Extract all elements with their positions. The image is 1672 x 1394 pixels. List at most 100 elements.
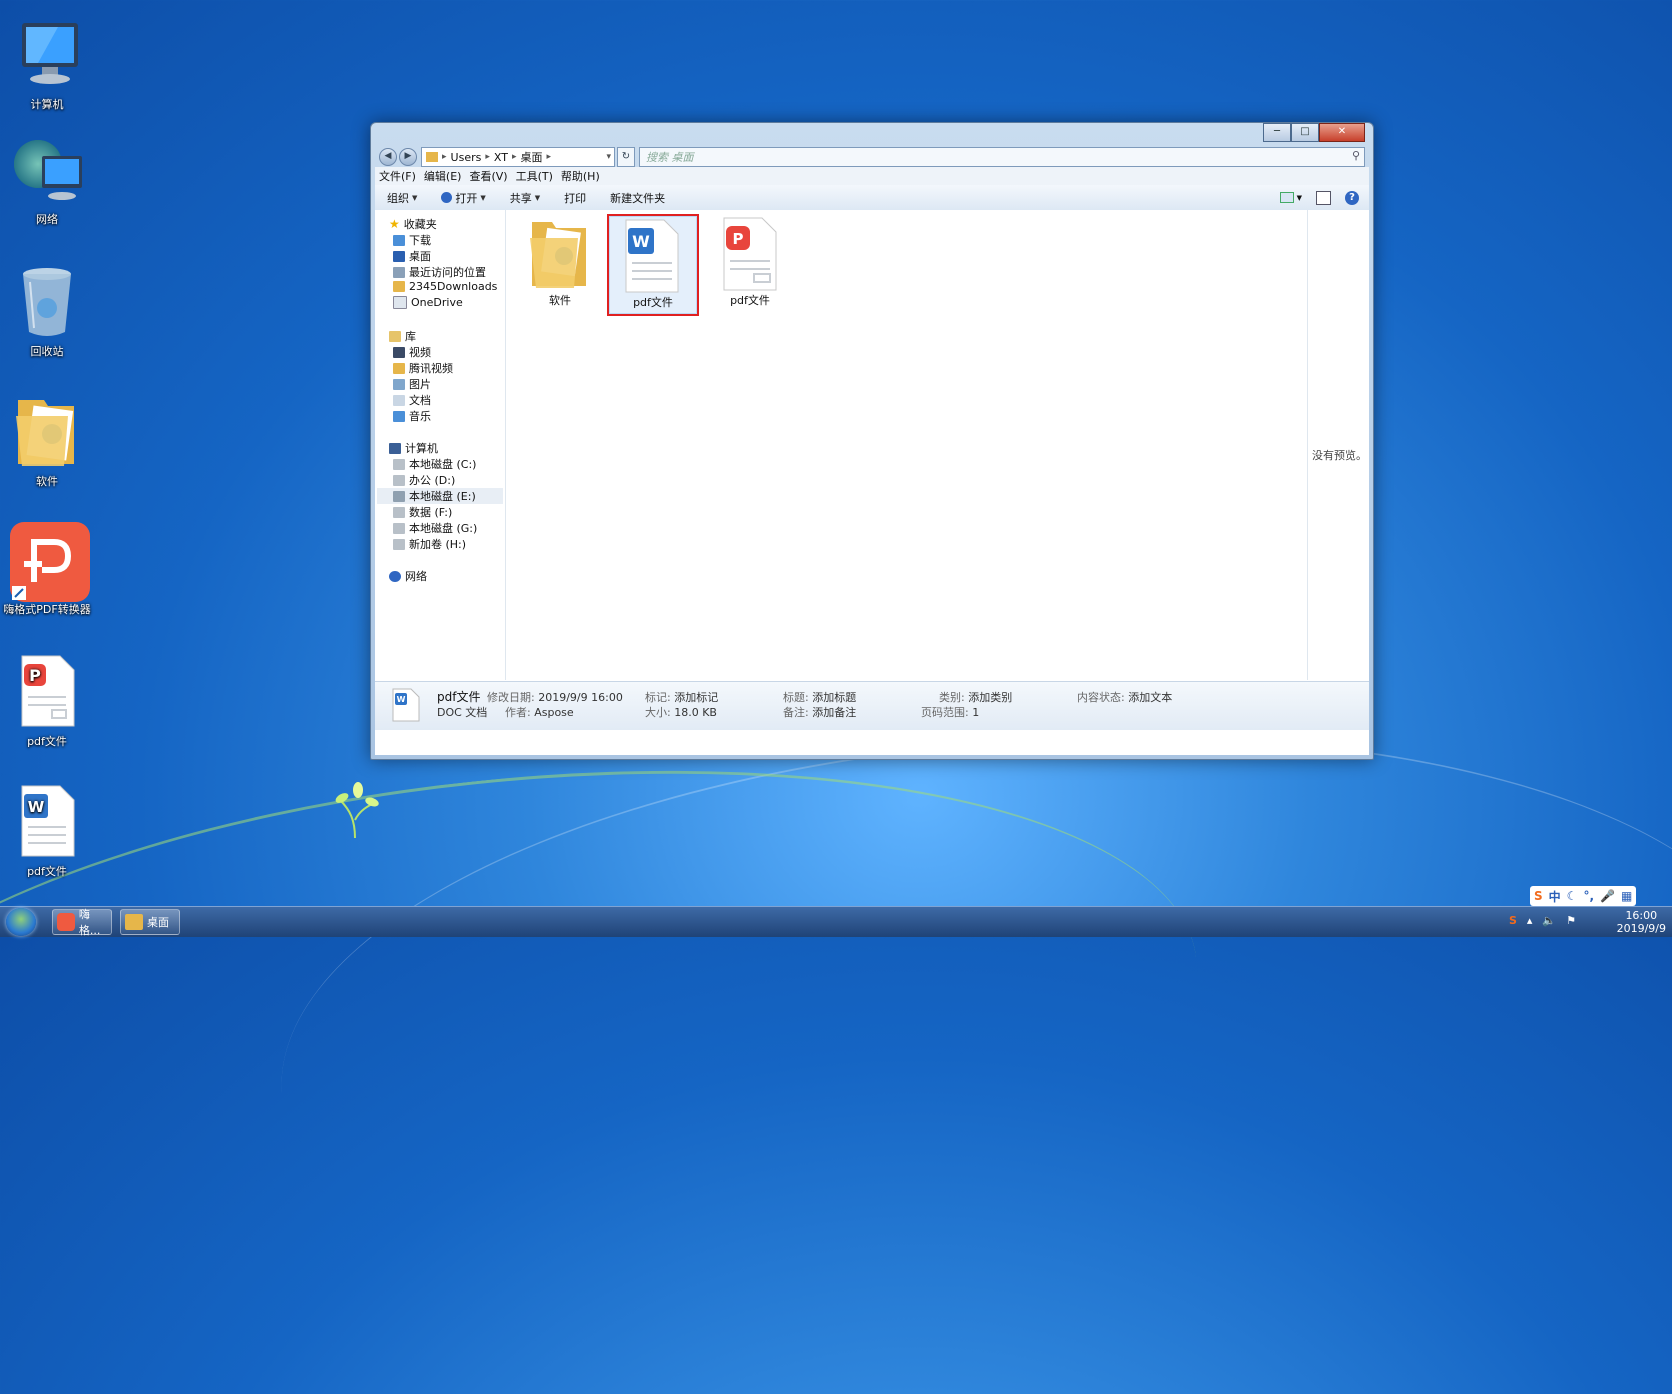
desktop-icon-word-file[interactable]: W pdf文件 xyxy=(2,782,92,879)
chevron-up-icon[interactable]: ▴ xyxy=(1527,914,1533,927)
nav-label: 办公 (D:) xyxy=(409,474,456,487)
chevron-down-icon: ▼ xyxy=(412,193,418,202)
details-value[interactable]: Aspose xyxy=(534,706,573,719)
breadcrumb-item[interactable]: XT xyxy=(494,151,508,164)
forward-button[interactable]: ▶ xyxy=(399,148,417,166)
taskbar-button-label: 桌面 xyxy=(147,916,169,929)
nav-label: 本地磁盘 (G:) xyxy=(409,522,478,535)
nav-drive-f[interactable]: 数据 (F:) xyxy=(393,504,452,520)
taskbar-button-pdf-converter[interactable]: 嗨格... xyxy=(52,908,112,937)
desktop-icon-pdf-converter[interactable]: 嗨格式PDF转换器 xyxy=(2,520,92,617)
network-icon xyxy=(14,140,82,200)
nav-pictures[interactable]: 图片 xyxy=(393,376,431,392)
start-button[interactable] xyxy=(6,908,36,936)
chevron-down-icon[interactable]: ▾ xyxy=(606,152,611,162)
minimize-button[interactable]: ─ xyxy=(1263,123,1291,142)
nav-network[interactable]: 网络 xyxy=(389,568,427,584)
preview-pane-button[interactable] xyxy=(1316,190,1331,205)
nav-desktop[interactable]: 桌面 xyxy=(393,248,431,264)
sogou-tray-icon[interactable]: S xyxy=(1509,914,1517,927)
details-value[interactable]: 添加文本 xyxy=(1128,691,1172,704)
wallpaper-flower xyxy=(335,782,379,839)
maximize-button[interactable]: □ xyxy=(1291,123,1319,142)
nav-label: 数据 (F:) xyxy=(409,506,453,519)
details-key: 内容状态: xyxy=(1077,691,1125,704)
print-button[interactable]: 打印 xyxy=(552,190,598,206)
nav-libraries[interactable]: 库 xyxy=(389,328,416,344)
ime-toolbar[interactable]: S 中 ☾ °, 🎤 ▦ xyxy=(1530,886,1637,906)
breadcrumb-item[interactable]: Users xyxy=(451,151,482,164)
nav-computer[interactable]: 计算机 xyxy=(389,440,438,456)
back-button[interactable]: ◀ xyxy=(379,148,397,166)
organize-button[interactable]: 组织 ▼ xyxy=(375,190,429,206)
file-item-folder[interactable]: 软件 xyxy=(516,214,604,312)
system-tray-icons: S ▴ 🔈 ⚑ xyxy=(1509,914,1576,927)
ime-mode[interactable]: 中 xyxy=(1549,888,1561,905)
menu-tools[interactable]: 工具(T) xyxy=(516,168,553,184)
breadcrumb[interactable]: ▸ Users ▸ XT ▸ 桌面 ▸ ▾ xyxy=(421,147,615,167)
details-value[interactable]: 添加标题 xyxy=(812,691,856,704)
documents-icon xyxy=(393,394,405,406)
nav-tencent-video[interactable]: 腾讯视频 xyxy=(393,360,453,376)
nav-drive-e[interactable]: 本地磁盘 (E:) xyxy=(377,488,503,504)
word-file-icon: W xyxy=(392,688,420,722)
preview-pane: 没有预览。 xyxy=(1307,210,1369,680)
nav-onedrive[interactable]: OneDrive xyxy=(393,296,463,309)
chevron-down-icon: ▼ xyxy=(480,193,486,202)
view-icon xyxy=(1279,192,1294,203)
desktop-icon-pdf-file[interactable]: P pdf文件 xyxy=(2,652,92,749)
details-file-type: DOC 文档 xyxy=(437,706,488,719)
refresh-button[interactable]: ↻ xyxy=(617,147,635,167)
close-button[interactable]: ✕ xyxy=(1319,123,1365,142)
details-pane: W pdf文件 DOC 文档 修改日期: 2019/9/9 16:00 作者: … xyxy=(375,681,1369,730)
open-button[interactable]: 打开 ▼ xyxy=(429,190,497,206)
details-key: 类别: xyxy=(939,691,965,704)
word-file-icon: W xyxy=(625,219,679,293)
nav-downloads[interactable]: 下载 xyxy=(393,232,431,248)
desktop-icon-network[interactable]: 网络 xyxy=(2,130,92,227)
file-item-word[interactable]: W pdf文件 xyxy=(607,214,699,316)
svg-text:W: W xyxy=(28,798,45,816)
share-button[interactable]: 共享 ▼ xyxy=(498,190,552,206)
nav-2345downloads[interactable]: 2345Downloads xyxy=(393,280,497,293)
desktop-icon-computer[interactable]: 计算机 xyxy=(2,15,92,112)
file-item-pdf[interactable]: P pdf文件 xyxy=(706,214,794,312)
details-value[interactable]: 添加标记 xyxy=(674,691,718,704)
nav-music[interactable]: 音乐 xyxy=(393,408,431,424)
details-file-name: pdf文件 xyxy=(437,690,481,704)
desktop-icon-software[interactable]: 软件 xyxy=(2,392,92,489)
nav-videos[interactable]: 视频 xyxy=(393,344,431,360)
menu-help[interactable]: 帮助(H) xyxy=(561,168,600,184)
search-input[interactable]: 搜索 桌面 ⚲ xyxy=(639,147,1365,167)
nav-documents[interactable]: 文档 xyxy=(393,392,431,408)
nav-drive-g[interactable]: 本地磁盘 (G:) xyxy=(393,520,477,536)
breadcrumb-item[interactable]: 桌面 xyxy=(520,149,542,165)
menu-file[interactable]: 文件(F) xyxy=(379,168,416,184)
view-options-button[interactable]: ▼ xyxy=(1279,192,1302,203)
pdf-file-icon: P xyxy=(21,655,75,727)
details-key: 修改日期: xyxy=(487,691,535,704)
desktop-icon-label: pdf文件 xyxy=(27,735,67,748)
help-button[interactable]: ? xyxy=(1345,190,1359,205)
onedrive-icon xyxy=(393,296,407,309)
nav-drive-c[interactable]: 本地磁盘 (C:) xyxy=(393,456,476,472)
window-controls: ─ □ ✕ xyxy=(1263,123,1365,142)
action-center-icon[interactable]: ⚑ xyxy=(1566,914,1576,927)
menu-edit[interactable]: 编辑(E) xyxy=(424,168,462,184)
desktop-icon-recycle-bin[interactable]: 回收站 xyxy=(2,262,92,359)
volume-icon[interactable]: 🔈 xyxy=(1542,914,1556,927)
nav-label: 腾讯视频 xyxy=(409,362,453,375)
nav-recent[interactable]: 最近访问的位置 xyxy=(393,264,486,280)
details-value[interactable]: 添加备注 xyxy=(812,706,856,719)
nav-favorites[interactable]: ★ 收藏夹 xyxy=(389,216,437,232)
details-status: 内容状态: 添加文本 xyxy=(1077,689,1172,705)
nav-drive-d[interactable]: 办公 (D:) xyxy=(393,472,455,488)
desktop-icon-label: 软件 xyxy=(36,475,58,488)
taskbar-button-explorer[interactable]: 桌面 xyxy=(120,909,180,935)
details-value[interactable]: 添加类别 xyxy=(968,691,1012,704)
menu-view[interactable]: 查看(V) xyxy=(469,168,507,184)
nav-drive-h[interactable]: 新加卷 (H:) xyxy=(393,536,466,552)
new-folder-button[interactable]: 新建文件夹 xyxy=(598,190,677,206)
folder-icon xyxy=(16,400,74,466)
clock[interactable]: 16:00 2019/9/9 xyxy=(1617,909,1666,935)
